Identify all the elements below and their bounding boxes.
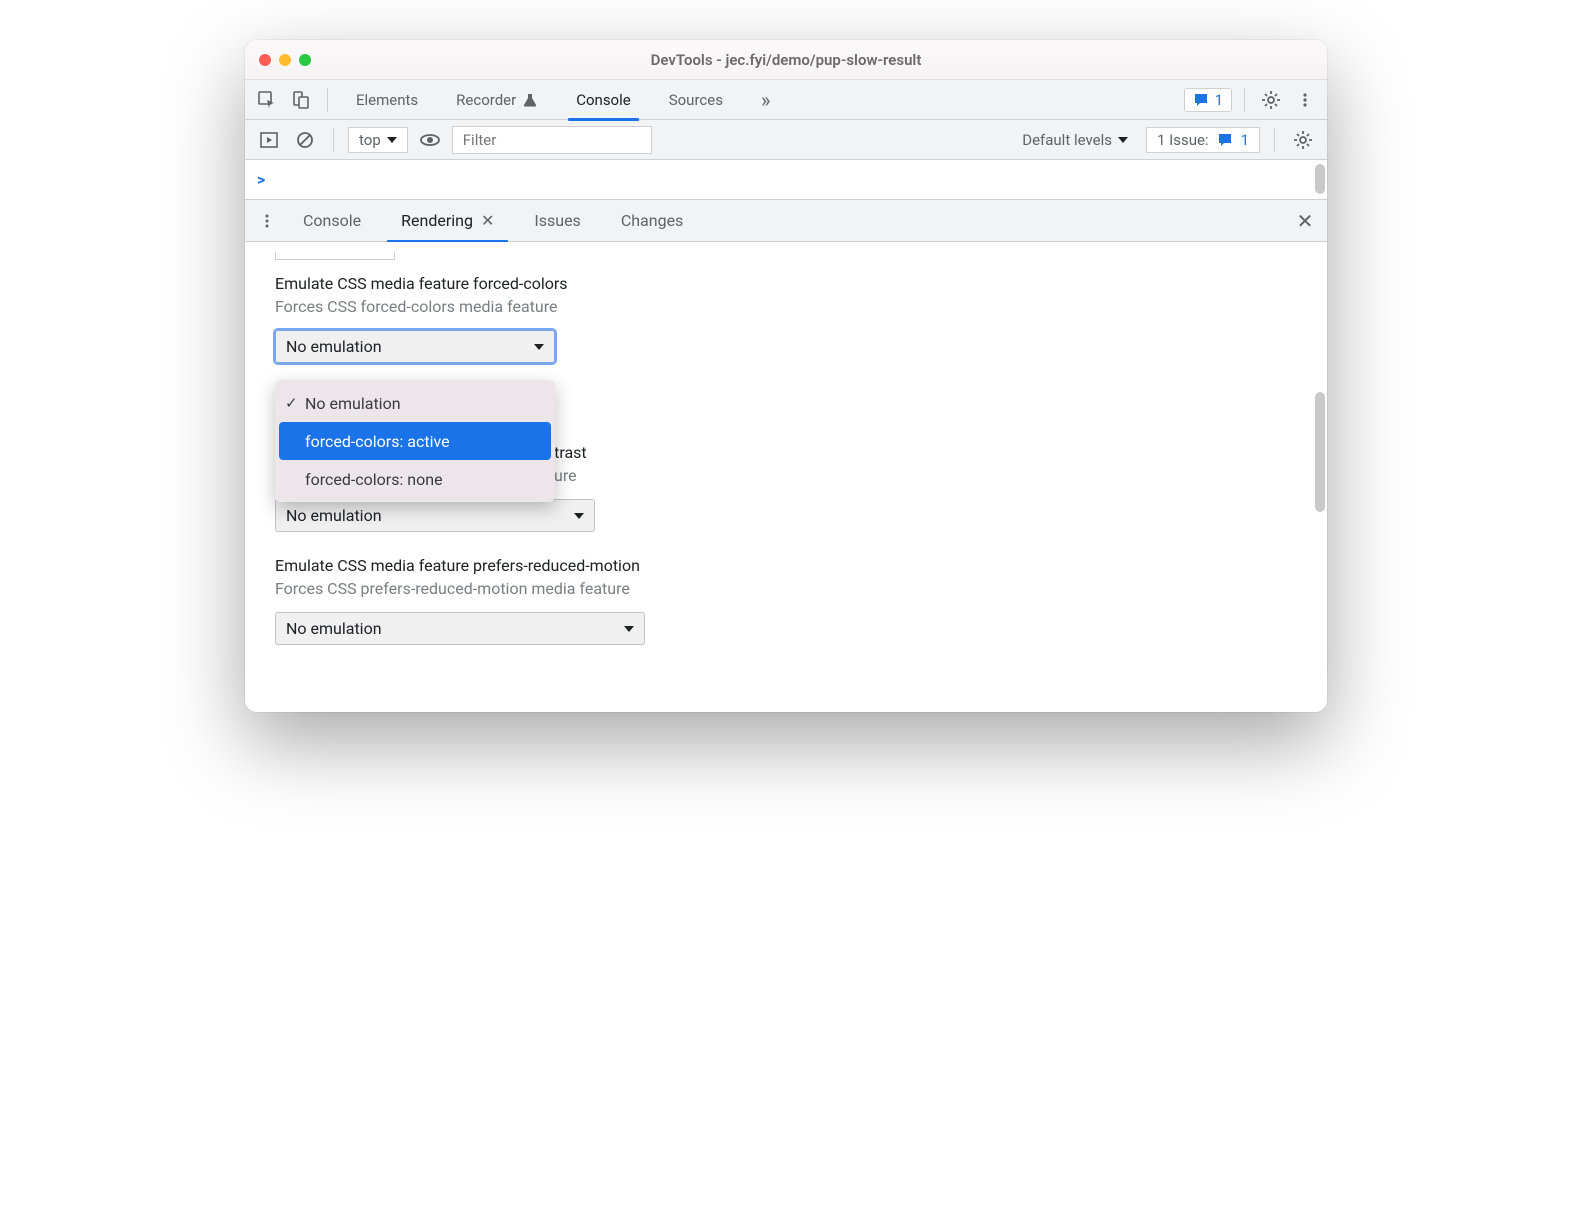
chevron-down-icon bbox=[387, 137, 397, 143]
titlebar: DevTools - jec.fyi/demo/pup-slow-result bbox=[245, 40, 1327, 80]
close-tab-icon[interactable]: ✕ bbox=[481, 211, 494, 230]
issues-link[interactable]: 1 Issue: 1 bbox=[1146, 127, 1260, 153]
select-value: No emulation bbox=[286, 506, 382, 525]
drawer-tab-issues[interactable]: Issues bbox=[516, 200, 598, 242]
window-title: DevTools - jec.fyi/demo/pup-slow-result bbox=[245, 51, 1327, 69]
tabs-overflow[interactable]: » bbox=[745, 80, 786, 120]
tab-label: Console bbox=[576, 91, 631, 109]
maximize-window-button[interactable] bbox=[299, 54, 311, 66]
chevron-down-icon bbox=[1118, 137, 1128, 143]
dropdown-option-forced-colors-active[interactable]: forced-colors: active bbox=[279, 422, 551, 460]
kebab-menu-icon[interactable] bbox=[1291, 86, 1319, 114]
issue-count: 1 bbox=[1241, 131, 1249, 149]
dropdown-option-forced-colors-none[interactable]: forced-colors: none bbox=[275, 460, 555, 498]
minimize-window-button[interactable] bbox=[279, 54, 291, 66]
context-label: top bbox=[359, 131, 381, 149]
tab-label: Issues bbox=[534, 211, 580, 230]
tab-label: Recorder bbox=[456, 91, 516, 109]
devtools-window: DevTools - jec.fyi/demo/pup-slow-result … bbox=[245, 40, 1327, 712]
select-value: No emulation bbox=[286, 337, 382, 356]
drawer-tab-console[interactable]: Console bbox=[285, 200, 379, 242]
drawer-tab-rendering[interactable]: Rendering ✕ bbox=[383, 200, 512, 242]
section-title: Emulate CSS media feature forced-colors bbox=[275, 274, 1297, 293]
prefers-reduced-motion-select[interactable]: No emulation bbox=[275, 612, 645, 645]
divider bbox=[333, 128, 334, 152]
option-label: No emulation bbox=[305, 394, 401, 413]
chevron-down-icon bbox=[534, 344, 544, 350]
console-toolbar: top Default levels 1 Issue: 1 bbox=[245, 120, 1327, 160]
flask-icon bbox=[522, 92, 538, 108]
close-window-button[interactable] bbox=[259, 54, 271, 66]
section-prefers-reduced-motion: Emulate CSS media feature prefers-reduce… bbox=[275, 556, 1297, 645]
drawer-tabstrip: Console Rendering ✕ Issues Changes ✕ bbox=[245, 200, 1327, 242]
window-controls bbox=[259, 54, 311, 66]
tab-label: Rendering bbox=[401, 211, 473, 230]
tab-console[interactable]: Console bbox=[560, 80, 647, 120]
scrollbar-thumb[interactable] bbox=[1315, 392, 1325, 512]
console-input-area[interactable]: > bbox=[245, 160, 1327, 200]
dropdown-option-no-emulation[interactable]: No emulation bbox=[275, 384, 555, 422]
clear-console-icon[interactable] bbox=[291, 126, 319, 154]
issues-count: 1 bbox=[1215, 91, 1223, 109]
issue-label: 1 Issue: bbox=[1157, 131, 1209, 149]
settings-icon[interactable] bbox=[1257, 86, 1285, 114]
console-settings-icon[interactable] bbox=[1289, 126, 1317, 154]
divider bbox=[1274, 128, 1275, 152]
close-drawer-icon[interactable]: ✕ bbox=[1291, 207, 1319, 235]
section-desc: Forces CSS forced-colors media feature bbox=[275, 297, 1297, 316]
chevron-down-icon bbox=[574, 513, 584, 519]
device-toolbar-icon[interactable] bbox=[287, 86, 315, 114]
issues-badge[interactable]: 1 bbox=[1184, 88, 1232, 112]
levels-label: Default levels bbox=[1022, 131, 1112, 149]
inspect-element-icon[interactable] bbox=[253, 86, 281, 114]
log-levels-selector[interactable]: Default levels bbox=[1012, 131, 1138, 149]
prefers-contrast-select[interactable]: No emulation bbox=[275, 499, 595, 532]
drawer-kebab-icon[interactable] bbox=[253, 207, 281, 235]
tab-label: Console bbox=[303, 211, 361, 230]
option-label: forced-colors: active bbox=[305, 432, 450, 451]
forced-colors-select[interactable]: No emulation bbox=[275, 330, 555, 363]
divider bbox=[327, 88, 328, 112]
sidebar-toggle-icon[interactable] bbox=[255, 126, 283, 154]
divider bbox=[1244, 88, 1245, 112]
console-prompt-icon: > bbox=[257, 170, 265, 189]
tab-elements[interactable]: Elements bbox=[340, 80, 434, 120]
section-forced-colors: Emulate CSS media feature forced-colors … bbox=[275, 274, 1297, 363]
chevron-down-icon bbox=[624, 626, 634, 632]
rendering-panel: Emulate CSS media feature forced-colors … bbox=[245, 242, 1327, 712]
section-desc: Forces CSS prefers-reduced-motion media … bbox=[275, 579, 1297, 598]
context-selector[interactable]: top bbox=[348, 127, 408, 153]
forced-colors-dropdown: No emulation forced-colors: active force… bbox=[275, 380, 555, 502]
cropped-selectbox bbox=[275, 252, 395, 260]
section-title: Emulate CSS media feature prefers-reduce… bbox=[275, 556, 1297, 575]
tab-recorder[interactable]: Recorder bbox=[440, 80, 554, 120]
chat-icon bbox=[1217, 132, 1233, 148]
main-tabstrip: Elements Recorder Console Sources » 1 bbox=[245, 80, 1327, 120]
live-expression-icon[interactable] bbox=[416, 126, 444, 154]
select-value: No emulation bbox=[286, 619, 382, 638]
tab-label: Elements bbox=[356, 91, 418, 109]
scrollbar-thumb[interactable] bbox=[1315, 164, 1325, 194]
filter-input[interactable] bbox=[452, 126, 652, 154]
chevron-right-icon: » bbox=[761, 88, 770, 112]
option-label: forced-colors: none bbox=[305, 470, 443, 489]
tab-label: Sources bbox=[669, 91, 723, 109]
drawer-tab-changes[interactable]: Changes bbox=[603, 200, 702, 242]
tab-sources[interactable]: Sources bbox=[653, 80, 739, 120]
chat-icon bbox=[1193, 92, 1209, 108]
tab-label: Changes bbox=[621, 211, 684, 230]
